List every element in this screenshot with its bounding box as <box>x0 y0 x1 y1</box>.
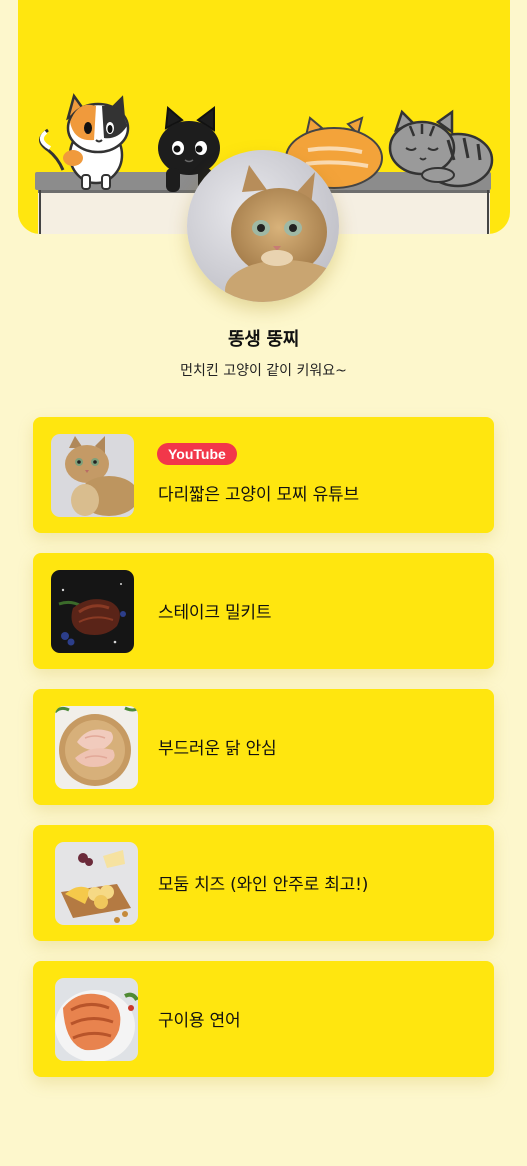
cat-avatar-photo <box>187 150 339 302</box>
cat-photo-icon <box>51 434 134 517</box>
cheese-board-photo-icon <box>55 842 138 925</box>
link-card-steak[interactable]: 스테이크 밀키트 <box>33 553 494 669</box>
profile-avatar <box>187 150 339 302</box>
link-label: 다리짧은 고양이 모찌 유튜브 <box>158 485 359 505</box>
profile-bio: 먼치킨 고양이 같이 키워요~ <box>180 363 347 379</box>
link-label: 부드러운 닭 안심 <box>158 739 277 759</box>
link-label: 구이용 연어 <box>158 1011 241 1031</box>
profile-name: 똥생 뚱찌 <box>227 329 299 350</box>
link-card-youtube[interactable]: YouTube 다리짧은 고양이 모찌 유튜브 <box>33 417 494 533</box>
link-card-salmon[interactable]: 구이용 연어 <box>33 961 494 1077</box>
salmon-steak-photo-icon <box>55 978 138 1061</box>
link-label: 스테이크 밀키트 <box>158 603 272 623</box>
steak-photo-icon <box>51 570 134 653</box>
link-card-chicken[interactable]: 부드러운 닭 안심 <box>33 689 494 805</box>
link-label: 모둠 치즈 (와인 안주로 최고!) <box>158 875 369 895</box>
youtube-badge: YouTube <box>157 443 237 465</box>
chicken-breast-photo-icon <box>55 706 138 789</box>
link-card-cheese[interactable]: 모둠 치즈 (와인 안주로 최고!) <box>33 825 494 941</box>
